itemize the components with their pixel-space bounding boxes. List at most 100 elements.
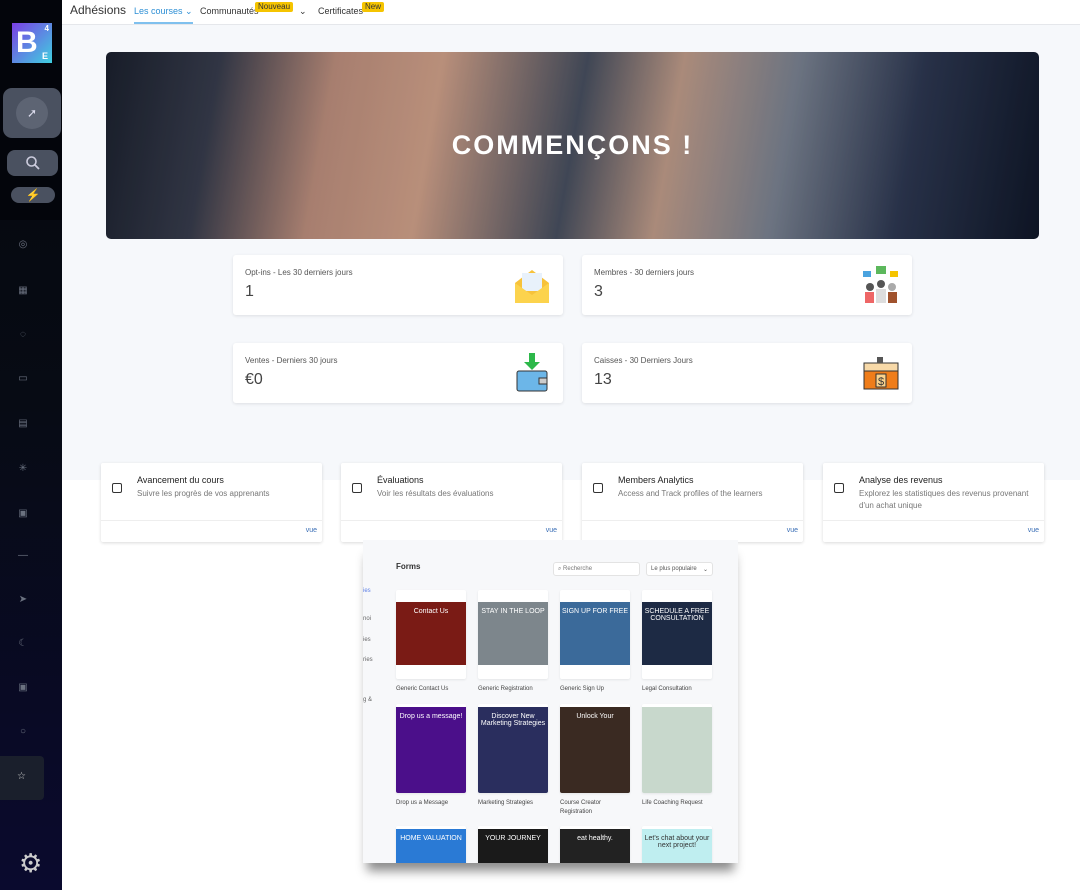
view-link[interactable]: vue	[1028, 527, 1039, 534]
stat-card-members: Membres - 30 derniers jours 3	[582, 255, 912, 315]
template-preview: eat healthy.	[560, 829, 630, 863]
card-title: Évaluations	[377, 475, 424, 485]
template-preview: HOME VALUATION	[396, 829, 466, 863]
calendar-icon[interactable]: ▭	[17, 373, 29, 385]
template-preview: Let's chat about your next project!	[642, 829, 712, 863]
logo-sup: 4	[44, 24, 49, 33]
template-preview: YOUR JOURNEY	[478, 829, 548, 863]
form-template-card[interactable]: YOUR JOURNEY	[478, 826, 548, 863]
pointer-click-button[interactable]: ➚	[3, 88, 61, 138]
chat-icon[interactable]: ◌	[17, 329, 29, 341]
forms-title: Forms	[396, 562, 421, 571]
chart-icon	[834, 483, 844, 493]
form-template-card[interactable]	[642, 704, 712, 793]
card-title: Avancement du cours	[137, 475, 224, 485]
community-icon	[863, 266, 898, 303]
template-preview: STAY IN THE LOOP	[478, 602, 548, 665]
template-heading: SCHEDULE A FREE CONSULTATION	[644, 608, 710, 622]
template-heading: eat healthy.	[577, 835, 613, 842]
card-revenue-analysis[interactable]: Analyse des revenus Explorez les statisti…	[823, 463, 1044, 542]
logo-sub: E	[41, 51, 48, 61]
view-link[interactable]: vue	[787, 527, 798, 534]
envelope-icon	[515, 270, 549, 303]
template-preview: Contact Us	[396, 602, 466, 665]
reporting-icon[interactable]: ▣	[17, 682, 29, 694]
side-item[interactable]: noi	[363, 616, 371, 622]
tab-certificates[interactable]: Certificates	[318, 6, 363, 16]
sort-select[interactable]: Le plus populaire ⌄	[646, 562, 713, 576]
template-heading: YOUR JOURNEY	[485, 835, 541, 842]
side-item[interactable]: ies	[363, 588, 371, 594]
hero-title: COMMENÇONS !	[451, 130, 694, 160]
wallet-icon	[516, 353, 548, 392]
template-name: Life Coaching Request	[642, 800, 703, 806]
template-preview: Discover New Marketing Strategies	[478, 707, 548, 793]
lightbulb-icon[interactable]: ○	[17, 726, 29, 738]
form-template-card[interactable]: Discover New Marketing Strategies	[478, 704, 548, 793]
search-button[interactable]	[7, 150, 58, 176]
template-heading: STAY IN THE LOOP	[481, 608, 545, 615]
forms-search-input[interactable]: ⌕ Recherche	[553, 562, 640, 576]
logo[interactable]: B4 E	[12, 23, 52, 63]
stat-card-sales: Ventes - Derniers 30 jours €0	[233, 343, 563, 403]
form-template-card[interactable]: Let's chat about your next project!	[642, 826, 712, 863]
side-item[interactable]: g &	[363, 697, 372, 703]
reputation-icon[interactable]: ☾	[17, 638, 29, 650]
stat-label: Opt-ins - Les 30 derniers jours	[245, 268, 353, 277]
stat-label: Caisses - 30 Derniers Jours	[594, 356, 693, 365]
page-title: Adhésions	[70, 3, 127, 17]
template-name: Course Creator Registration	[560, 800, 602, 815]
courses-icon[interactable]: ▣	[17, 508, 29, 520]
tab-les-courses[interactable]: Les courses ⌄	[134, 6, 193, 24]
form-template-card[interactable]: Unlock Your	[560, 704, 630, 793]
form-template-card[interactable]: STAY IN THE LOOP	[478, 590, 548, 679]
template-name: Generic Sign Up	[560, 686, 605, 692]
card-members-analytics[interactable]: Members Analytics Access and Track profil…	[582, 463, 803, 542]
hero-banner: COMMENÇONS !	[106, 52, 1039, 239]
minus-icon[interactable]: —	[17, 550, 29, 562]
chevron-down-icon[interactable]: ⌄	[299, 6, 307, 17]
view-link[interactable]: vue	[546, 527, 557, 534]
form-template-card[interactable]: SIGN UP FOR FREE	[560, 590, 630, 679]
chevron-down-icon: ⌄	[185, 6, 193, 16]
template-name: Drop us a Message	[396, 800, 449, 806]
settings-icon[interactable]: ⚙	[19, 850, 42, 876]
template-heading: SIGN UP FOR FREE	[562, 608, 628, 615]
quick-actions-button[interactable]: ⚡	[11, 187, 55, 203]
view-link[interactable]: vue	[306, 527, 317, 534]
form-template-card[interactable]: Contact Us	[396, 590, 466, 679]
card-course-progress[interactable]: Avancement du cours Suivre les progrès de…	[101, 463, 322, 542]
send-icon[interactable]: ➤	[17, 594, 29, 606]
card-desc: Voir les résultats des évaluations	[377, 489, 494, 498]
form-template-card[interactable]: Drop us a message!	[396, 704, 466, 793]
sites-icon[interactable]: ✳	[17, 463, 29, 475]
top-nav: Adhésions Les courses ⌄ Communautés Nouv…	[62, 0, 1080, 25]
side-item[interactable]: ies	[363, 637, 371, 643]
card-evaluations[interactable]: Évaluations Voir les résultats des évalua…	[341, 463, 562, 542]
template-name: Generic Registration	[478, 686, 533, 692]
tab-communautes[interactable]: Communautés	[200, 6, 259, 16]
template-name: Marketing Strategies	[478, 800, 534, 806]
card-title: Members Analytics	[618, 475, 694, 485]
chevron-down-icon: ⌄	[702, 567, 708, 573]
side-item[interactable]: ries	[363, 657, 373, 663]
form-template-card[interactable]: SCHEDULE A FREE CONSULTATION	[642, 590, 712, 679]
template-preview: SCHEDULE A FREE CONSULTATION	[642, 602, 712, 665]
form-template-card[interactable]: HOME VALUATION	[396, 826, 466, 863]
form-template-card[interactable]: eat healthy.	[560, 826, 630, 863]
tab-label: Communautés	[200, 6, 259, 16]
card-desc: Explorez les statistiques des revenus pr…	[859, 489, 1029, 510]
new-badge: Nouveau	[255, 2, 294, 12]
chart-icon	[112, 483, 122, 493]
star-icon: ☆	[17, 771, 26, 782]
dashboard-icon[interactable]: ◎	[17, 239, 29, 251]
template-preview	[642, 707, 712, 793]
template-heading: Discover New Marketing Strategies	[480, 713, 546, 727]
contacts-icon[interactable]: ▤	[17, 418, 29, 430]
template-heading: Drop us a message!	[399, 713, 463, 720]
chart-icon	[593, 483, 603, 493]
grid-icon[interactable]: ▦	[17, 285, 29, 297]
stat-value: 13	[594, 371, 612, 388]
lightning-icon: ⚡	[25, 188, 41, 202]
sidebar-item-active[interactable]: ☆	[0, 756, 44, 800]
